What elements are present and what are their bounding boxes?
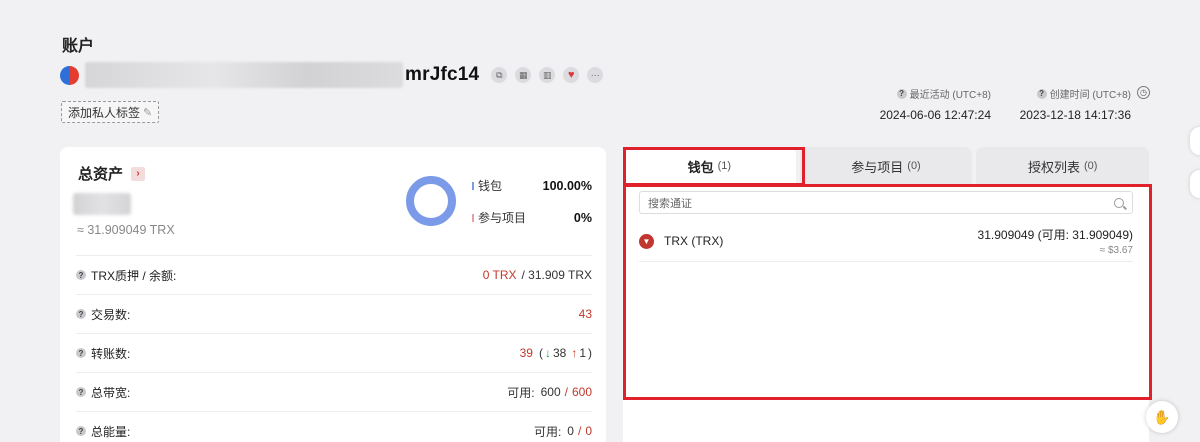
tx-count[interactable]: 43 [579,307,592,321]
tab-label: 参与项目 [851,159,904,175]
chevron-right-icon[interactable]: › [131,166,146,181]
legend-marker [472,181,474,190]
stat-stake-balance: ? TRX质押 / 余额: 0 TRX / 31.909 TRX [76,255,592,294]
created-label: 创建时间 (UTC+8) [1049,90,1131,101]
tab-count: (0) [1083,160,1098,172]
separator: / [577,424,582,438]
help-icon[interactable]: ? [1036,88,1047,99]
add-private-tag-button[interactable]: 添加私人标签 ✎ [61,101,160,123]
stat-label: 转账数: [91,346,131,361]
stat-bandwidth: ? 总带宽: 可用: 600 / 600 [76,372,592,411]
arrow-up-icon: ↑ [571,346,578,360]
total-assets-card: 总资产 › ≈ 31.909049 TRX 钱包 100.00% 参与项目 0%… [60,147,606,442]
paren-close: ) [588,346,592,360]
address-tail[interactable]: mrJfc14 [405,64,479,86]
help-icon[interactable]: ? [76,387,86,397]
legend-wallet: 钱包 100.00% [472,177,592,194]
feedback-icon[interactable]: ✋ [1146,401,1178,433]
address-redacted [85,62,403,88]
account-address-row: mrJfc14 ⧉ ▦ ▥ ♥ ··· [60,62,604,88]
stat-transactions: ? 交易数: 43 [76,294,592,333]
copy-icon[interactable]: ⧉ [491,67,508,83]
bandwidth-available: 600 [540,385,561,399]
last-active-value: 2024-06-06 12:47:24 [879,108,991,122]
chart-icon[interactable]: ▥ [539,67,556,83]
tab-approvals[interactable]: 授权列表 (0) [976,147,1150,185]
approx-balance: ≈ 31.909049 TRX [77,223,175,237]
stat-label: 交易数: [91,307,131,322]
transfer-in: 38 [552,346,567,360]
stat-energy: ? 总能量: 可用: 0 / 0 [76,411,592,442]
highlight-box-panel [623,184,1152,400]
energy-available: 0 [567,424,574,438]
stat-label: 总带宽: [91,385,131,400]
avatar [60,65,79,85]
tab-projects[interactable]: 参与项目 (0) [799,147,973,185]
assets-donut-chart [406,176,456,226]
stat-label: TRX质押 / 余额: [91,268,177,283]
side-float-button[interactable] [1190,170,1200,198]
total-assets-title: 总资产 [78,166,124,183]
legend-pct: 100.00% [542,178,592,193]
add-private-tag-label: 添加私人标签 [68,105,141,120]
last-active: ? 最近活动 (UTC+8) 2024-06-06 12:47:24 [870,86,991,122]
tab-count: (0) [907,160,921,172]
pencil-icon: ✎ [143,106,153,119]
arrow-down-icon: ↓ [544,346,551,360]
paren-open: ( [538,346,543,360]
separator: / [564,385,568,399]
help-icon[interactable]: ? [76,348,86,358]
legend-name: 参与项目 [478,211,527,225]
qrcode-icon[interactable]: ▦ [515,67,532,83]
timezone-clock-icon[interactable]: ◷ [1137,86,1150,99]
balance-redacted [73,193,131,215]
available-label: 可用: [533,424,562,439]
energy-total: 0 [585,424,592,438]
page-title: 账户 [62,38,95,55]
balance-value: / 31.909 TRX [521,268,593,282]
stat-label: 总能量: [91,424,131,439]
legend-name: 钱包 [478,179,503,193]
highlight-box-tab [623,147,805,186]
stake-value[interactable]: 0 TRX [483,268,517,282]
side-float-button[interactable] [1190,127,1200,155]
available-label: 可用: [507,385,535,400]
tab-label: 授权列表 [1027,159,1080,175]
legend-pct: 0% [573,210,592,225]
transfer-total[interactable]: 39 [520,346,533,360]
created-time: ? 创建时间 (UTC+8) 2023-12-18 14:17:36 [1010,86,1131,122]
more-icon[interactable]: ··· [587,67,604,83]
stat-transfers: ? 转账数: 39 ( ↓ 38 ↑ 1 ) [76,333,592,372]
help-icon[interactable]: ? [896,88,907,99]
transfer-out: 1 [579,346,586,360]
created-value: 2023-12-18 14:17:36 [1019,108,1131,122]
help-icon[interactable]: ? [76,426,86,436]
legend-projects: 参与项目 0% [472,209,592,226]
heart-icon[interactable]: ♥ [563,67,580,83]
bandwidth-total: 600 [571,385,592,399]
help-icon[interactable]: ? [76,309,86,319]
legend-marker [472,213,474,222]
help-icon[interactable]: ? [76,270,86,280]
last-active-label: 最近活动 (UTC+8) [909,90,991,101]
